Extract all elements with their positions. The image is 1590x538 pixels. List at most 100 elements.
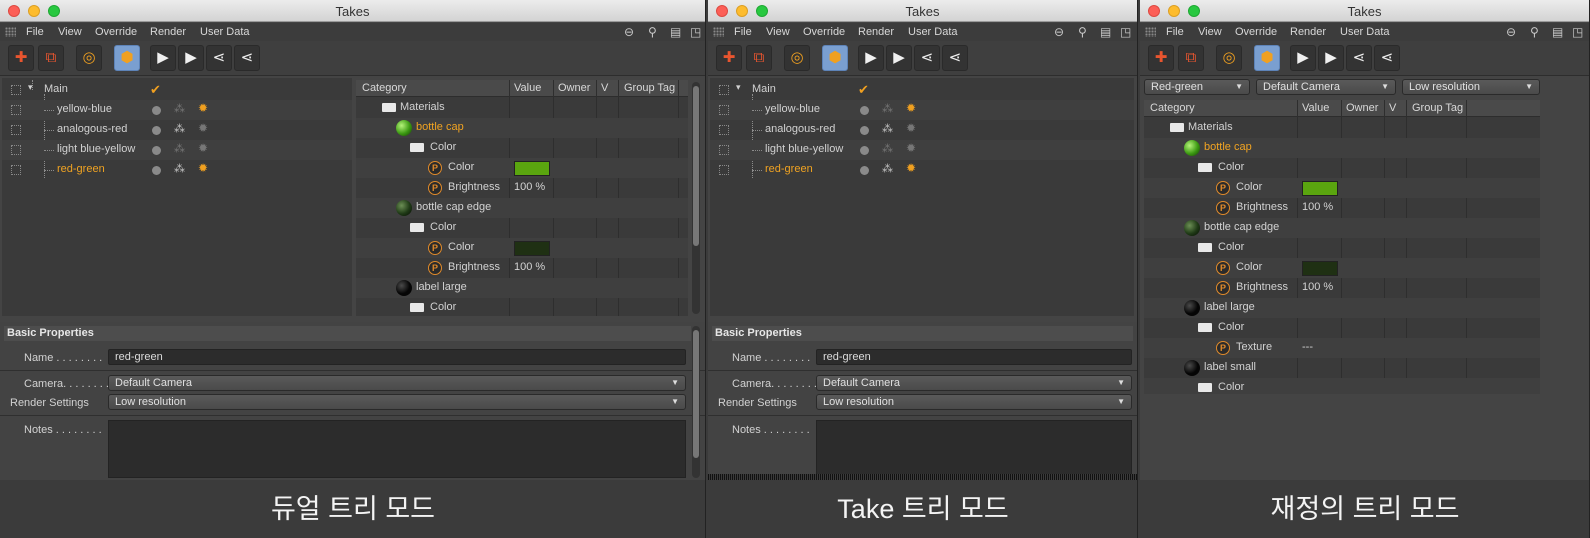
color-swatch[interactable] [514, 241, 550, 256]
override-row-materials[interactable]: Materials [356, 98, 688, 118]
override-row-material[interactable]: label large [1144, 298, 1540, 318]
search-icon[interactable]: ⚲ [1530, 25, 1539, 39]
render-settings-icon[interactable]: ✹ [198, 141, 208, 155]
menu-file[interactable]: File [1166, 26, 1184, 38]
menu-user-data[interactable]: User Data [200, 26, 250, 38]
add-take-button[interactable]: ✚ [1148, 45, 1174, 71]
menu-override[interactable]: Override [95, 26, 137, 38]
override-row-param[interactable]: P Brightness 100 % [1144, 198, 1540, 218]
color-swatch[interactable] [1302, 261, 1338, 276]
layout-icon[interactable]: ▤ [1552, 25, 1563, 39]
override-row-param[interactable]: P Brightness 100 % [1144, 278, 1540, 298]
camera-icon[interactable]: ⁂ [174, 122, 185, 135]
override-row-group[interactable]: Color [356, 218, 688, 238]
active-check-icon[interactable]: ✔ [150, 82, 161, 98]
override-row-group[interactable]: Color [356, 138, 688, 158]
color-swatch[interactable] [1302, 181, 1338, 196]
take-row-selected[interactable]: red-green ⁂ ✹ [710, 160, 1134, 180]
render-take-button[interactable]: ▶ [1290, 45, 1316, 71]
render-settings-icon[interactable]: ✹ [198, 161, 208, 175]
column-category[interactable]: Category [362, 82, 407, 94]
menu-user-data[interactable]: User Data [1340, 26, 1390, 38]
override-row-param[interactable]: P Brightness 100 % [356, 258, 688, 278]
menu-render[interactable]: Render [858, 26, 894, 38]
override-row-group[interactable]: Color [1144, 238, 1540, 258]
render-queue-button[interactable]: ⋖ [942, 45, 968, 71]
render-settings-select[interactable]: Low resolution ▼ [108, 394, 686, 410]
color-swatch[interactable] [514, 161, 550, 176]
take-row[interactable]: light blue-yellow ⁂ ✹ [710, 140, 1134, 160]
override-row-group[interactable]: Color [356, 298, 688, 316]
column-value[interactable]: Value [1302, 102, 1329, 114]
checkbox-dot[interactable] [152, 126, 161, 135]
menu-file[interactable]: File [26, 26, 44, 38]
render-take-button[interactable]: ▶ [858, 45, 884, 71]
render-settings-icon[interactable]: ✹ [198, 101, 208, 115]
clone-take-button[interactable]: ⧉ [746, 45, 772, 71]
override-row-group[interactable]: Color [1144, 378, 1540, 394]
expand-icon[interactable]: ▾ [28, 82, 33, 93]
render-take-button[interactable]: ▶ [150, 45, 176, 71]
value-text[interactable]: 100 % [1302, 281, 1333, 293]
render-settings-icon[interactable]: ✹ [906, 161, 916, 175]
render-marked-button[interactable]: ▶ [1318, 45, 1344, 71]
notes-field[interactable] [816, 420, 1132, 478]
attributes-scrollbar[interactable] [692, 326, 700, 478]
override-row-group[interactable]: Color [1144, 158, 1540, 178]
column-v[interactable]: V [601, 82, 608, 94]
take-row[interactable]: yellow-blue ⁂ ✹ [710, 100, 1134, 120]
value-text[interactable]: --- [1302, 341, 1313, 353]
value-text[interactable]: 100 % [514, 261, 545, 273]
camera-icon[interactable]: ⁂ [174, 162, 185, 175]
auto-take-button[interactable]: ◎ [1216, 45, 1242, 71]
take-row[interactable]: yellow-blue ⁂ ✹ [2, 100, 352, 120]
camera-icon[interactable]: ⁂ [174, 102, 185, 115]
checkbox-dot[interactable] [860, 106, 869, 115]
render-marked-button[interactable]: ▶ [886, 45, 912, 71]
search-icon[interactable]: ⚲ [1078, 25, 1087, 39]
camera-icon[interactable]: ⁂ [882, 122, 893, 135]
menu-render[interactable]: Render [1290, 26, 1326, 38]
view-icon[interactable]: ⊖ [1054, 25, 1064, 39]
render-filter-select[interactable]: Low resolution ▼ [1402, 79, 1540, 95]
section-header[interactable]: Basic Properties [4, 326, 691, 341]
override-row-param[interactable]: P Color [1144, 178, 1540, 198]
scroll-thumb[interactable] [693, 330, 699, 458]
menu-override[interactable]: Override [1235, 26, 1277, 38]
override-row-group[interactable]: Color [1144, 318, 1540, 338]
camera-filter-select[interactable]: Default Camera ▼ [1256, 79, 1396, 95]
view-icon[interactable]: ⊖ [624, 25, 634, 39]
override-row-materials[interactable]: Materials [1144, 118, 1540, 138]
render-all-button[interactable]: ⋖ [206, 45, 232, 71]
checkbox-dot[interactable] [860, 166, 869, 175]
render-all-button[interactable]: ⋖ [914, 45, 940, 71]
take-row-main[interactable]: ▾ Main ✔ [710, 80, 1134, 100]
column-v[interactable]: V [1389, 102, 1396, 114]
camera-select[interactable]: Default Camera ▼ [108, 375, 686, 391]
render-settings-icon[interactable]: ✹ [906, 141, 916, 155]
grip-icon[interactable] [1145, 27, 1156, 37]
expand-icon[interactable]: ▾ [736, 82, 741, 93]
take-filter-select[interactable]: Red-green ▼ [1144, 79, 1250, 95]
section-header[interactable]: Basic Properties [712, 326, 1133, 341]
menu-render[interactable]: Render [150, 26, 186, 38]
grip-icon[interactable] [5, 27, 16, 37]
menu-view[interactable]: View [766, 26, 790, 38]
menu-view[interactable]: View [1198, 26, 1222, 38]
render-all-button[interactable]: ⋖ [1346, 45, 1372, 71]
camera-icon[interactable]: ⁂ [882, 162, 893, 175]
override-row-param[interactable]: P Color [1144, 258, 1540, 278]
value-text[interactable]: 100 % [514, 181, 545, 193]
clone-take-button[interactable]: ⧉ [1178, 45, 1204, 71]
view-icon[interactable]: ⊖ [1506, 25, 1516, 39]
new-window-icon[interactable]: ◳ [1120, 25, 1131, 39]
add-take-button[interactable]: ✚ [716, 45, 742, 71]
render-queue-button[interactable]: ⋖ [234, 45, 260, 71]
layout-icon[interactable]: ▤ [670, 25, 681, 39]
layout-icon[interactable]: ▤ [1100, 25, 1111, 39]
render-settings-select[interactable]: Low resolution ▼ [816, 394, 1132, 410]
render-queue-button[interactable]: ⋖ [1374, 45, 1400, 71]
notes-field[interactable] [108, 420, 686, 478]
lock-overrides-button[interactable]: ⬢ [1254, 45, 1280, 71]
override-row-material[interactable]: bottle cap edge [356, 198, 688, 218]
